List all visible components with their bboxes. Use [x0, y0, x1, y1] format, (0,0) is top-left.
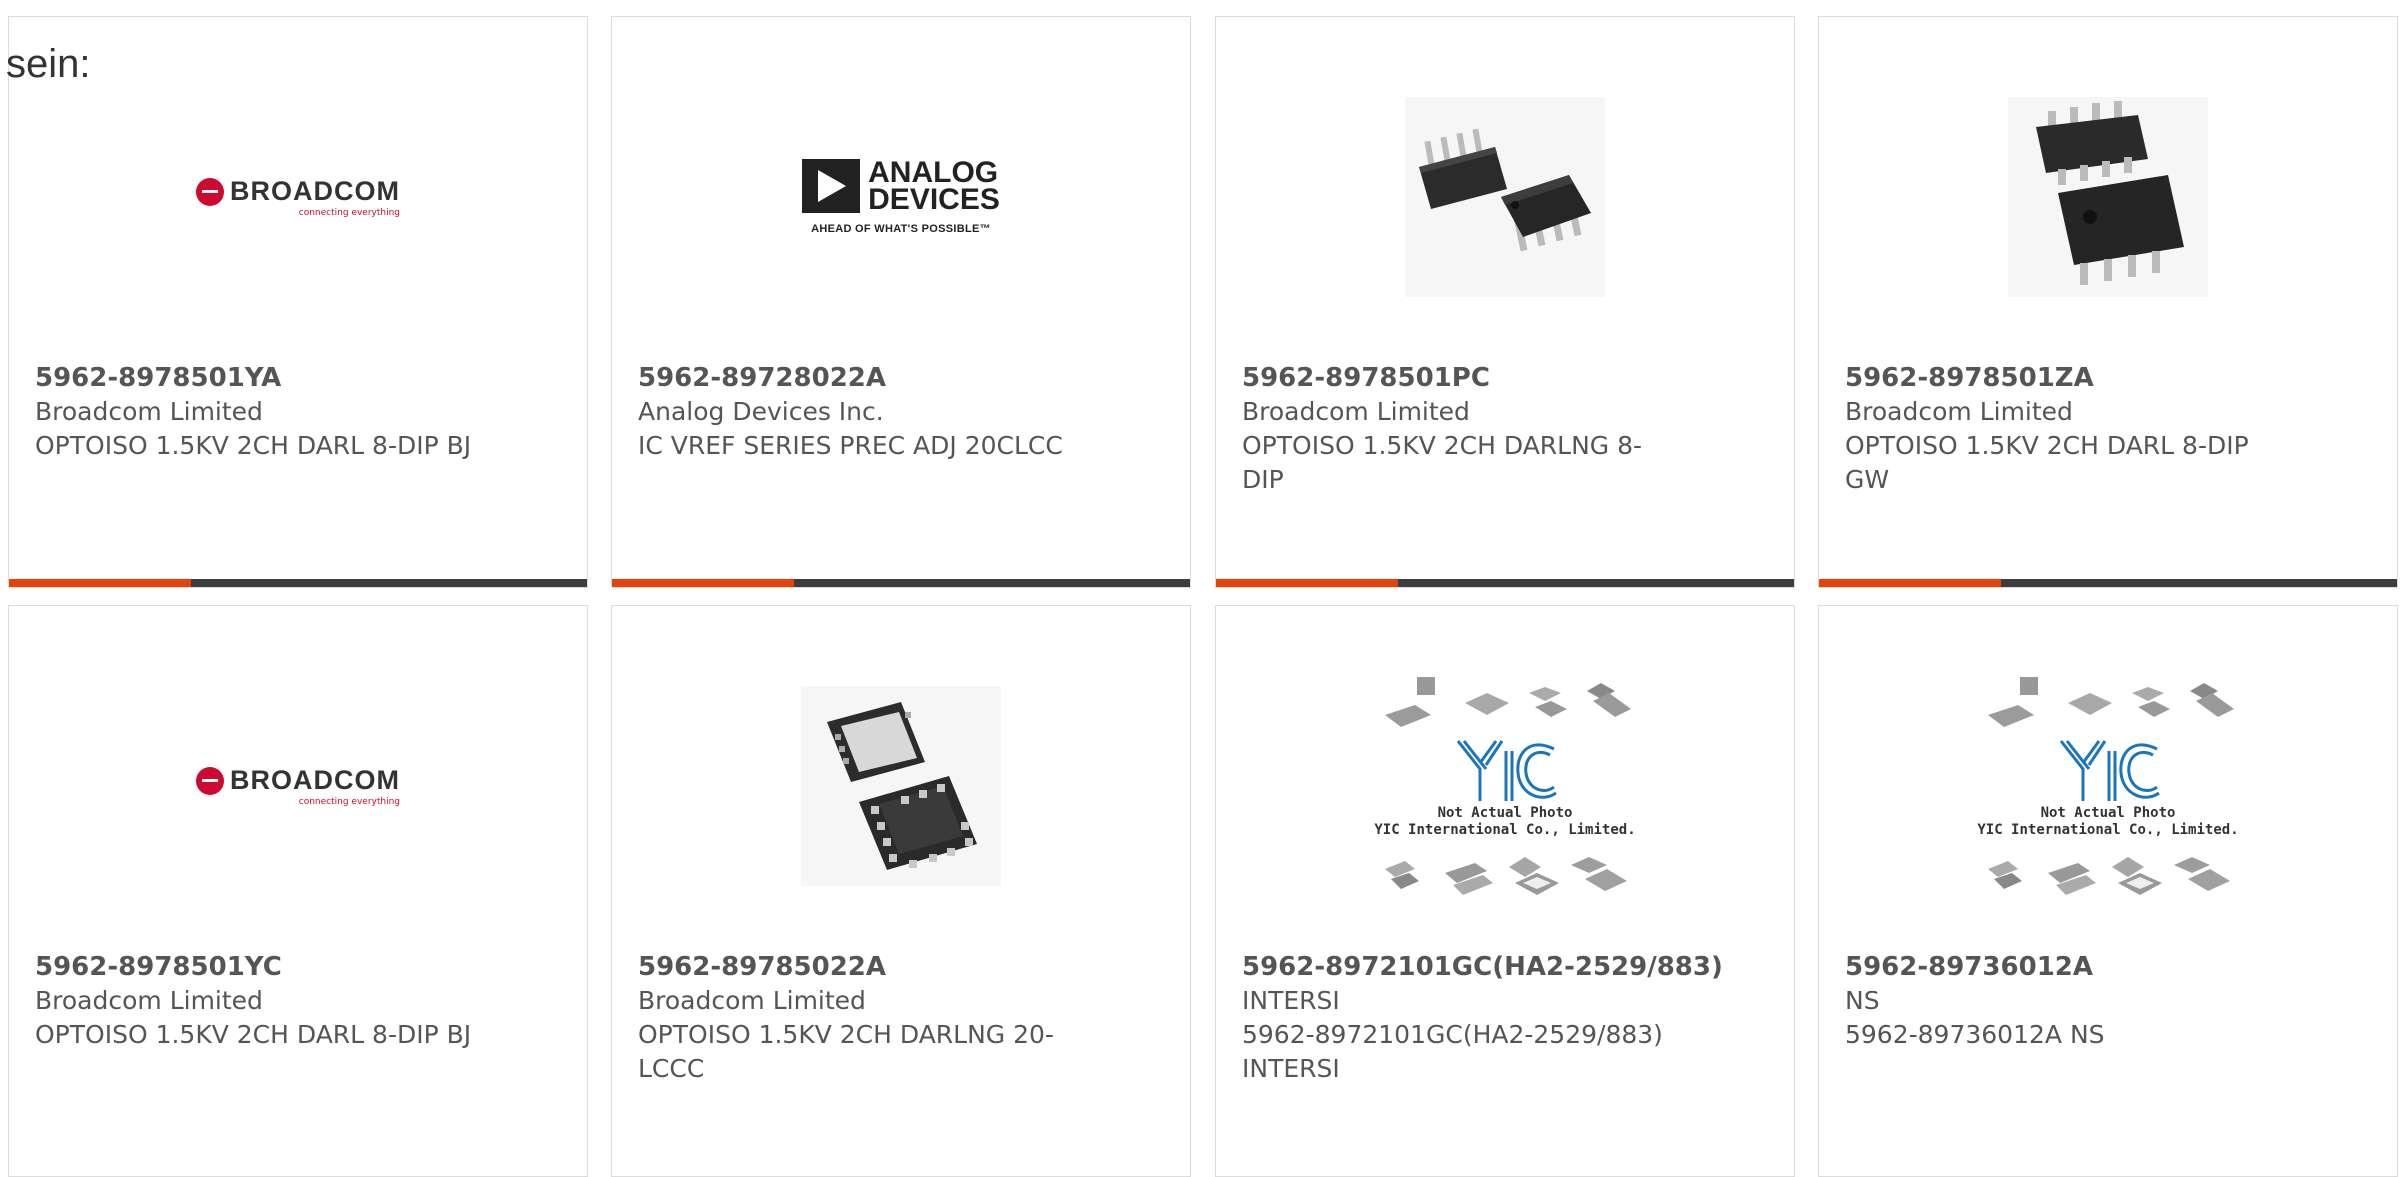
- card-bottom-bar: [9, 579, 587, 587]
- description: OPTOISO 1.5KV 2CH DARLNG 20-LCCC: [638, 1020, 1054, 1083]
- yic-logo-mark: [1456, 740, 1557, 801]
- chip-row-bottom-icon: [1384, 857, 1627, 895]
- yic-placeholder-image: Not Actual Photo YIC International Co., …: [1374, 669, 1636, 903]
- dip8-chip-icon: [1405, 97, 1605, 297]
- product-grid: BROADCOM connecting everything 5962-8978…: [0, 0, 2400, 1177]
- part-number-link[interactable]: 5962-8978501YA: [35, 361, 567, 395]
- analog-devices-logo: ANALOG DEVICES AHEAD OF WHAT'S POSSIBLE™: [802, 158, 1000, 235]
- manufacturer: NS: [1845, 986, 1880, 1015]
- product-card[interactable]: 5962-8978501ZA Broadcom Limited OPTOISO …: [1818, 16, 2398, 588]
- description: OPTOISO 1.5KV 2CH DARL 8-DIP GW: [1845, 431, 2249, 494]
- product-image[interactable]: [1216, 77, 1794, 317]
- yic-placeholder-image: Not Actual Photo YIC International Co., …: [1977, 669, 2239, 903]
- manufacturer: Broadcom Limited: [1242, 397, 1470, 426]
- description: 5962-8972101GC(HA2-2529/883) INTERSI: [1242, 1020, 1663, 1083]
- analog-devices-triangle-icon: [802, 159, 861, 213]
- product-card[interactable]: BROADCOM connecting everything 5962-8978…: [8, 605, 588, 1177]
- broadcom-logo: BROADCOM connecting everything: [196, 765, 400, 807]
- lccc20-chip-icon: [801, 686, 1001, 886]
- product-image[interactable]: BROADCOM connecting everything: [9, 77, 587, 317]
- product-image[interactable]: [1819, 77, 2397, 317]
- description: 5962-89736012A NS: [1845, 1020, 2105, 1049]
- product-card[interactable]: 5962-8978501PC Broadcom Limited OPTOISO …: [1215, 16, 1795, 588]
- manufacturer: Broadcom Limited: [35, 397, 263, 426]
- part-number-link[interactable]: 5962-89785022A: [638, 950, 1170, 984]
- description: OPTOISO 1.5KV 2CH DARL 8-DIP BJ: [35, 1020, 472, 1049]
- product-card[interactable]: ANALOG DEVICES AHEAD OF WHAT'S POSSIBLE™ …: [611, 16, 1191, 588]
- yic-logo-mark: [2059, 740, 2160, 801]
- manufacturer: Analog Devices Inc.: [638, 397, 884, 426]
- manufacturer: Broadcom Limited: [638, 986, 866, 1015]
- product-card[interactable]: BROADCOM connecting everything 5962-8978…: [8, 16, 588, 588]
- chip-row-top-icon: [1384, 677, 1631, 727]
- product-card[interactable]: Not Actual Photo YIC International Co., …: [1818, 605, 2398, 1177]
- part-number-link[interactable]: 5962-89736012A: [1845, 950, 2377, 984]
- card-bottom-bar: [1216, 579, 1794, 587]
- card-bottom-bar: [612, 579, 1190, 587]
- description: OPTOISO 1.5KV 2CH DARL 8-DIP BJ: [35, 431, 472, 460]
- part-number-link[interactable]: 5962-8978501PC: [1242, 361, 1774, 395]
- description: IC VREF SERIES PREC ADJ 20CLCC: [638, 431, 1063, 460]
- manufacturer: Broadcom Limited: [1845, 397, 2073, 426]
- manufacturer: Broadcom Limited: [35, 986, 263, 1015]
- product-card[interactable]: 5962-89785022A Broadcom Limited OPTOISO …: [611, 605, 1191, 1177]
- product-image[interactable]: ANALOG DEVICES AHEAD OF WHAT'S POSSIBLE™: [612, 77, 1190, 317]
- smd8-chip-icon: [2008, 97, 2208, 297]
- broadcom-pulse-icon: [196, 177, 224, 206]
- chip-row-bottom-icon: [1987, 857, 2230, 895]
- product-image[interactable]: [612, 666, 1190, 906]
- chip-row-top-icon: [1987, 677, 2234, 727]
- manufacturer: INTERSI: [1242, 986, 1340, 1015]
- product-image[interactable]: Not Actual Photo YIC International Co., …: [1216, 666, 1794, 906]
- product-image[interactable]: Not Actual Photo YIC International Co., …: [1819, 666, 2397, 906]
- part-number-link[interactable]: 5962-89728022A: [638, 361, 1170, 395]
- part-number-link[interactable]: 5962-8978501YC: [35, 950, 567, 984]
- product-image[interactable]: BROADCOM connecting everything: [9, 666, 587, 906]
- intro-text: sein:: [6, 42, 91, 86]
- part-number-link[interactable]: 5962-8972101GC(HA2-2529/883): [1242, 950, 1774, 984]
- product-card[interactable]: Not Actual Photo YIC International Co., …: [1215, 605, 1795, 1177]
- broadcom-logo: BROADCOM connecting everything: [196, 176, 400, 218]
- card-bottom-bar: [1819, 579, 2397, 587]
- broadcom-pulse-icon: [196, 766, 224, 795]
- part-number-link[interactable]: 5962-8978501ZA: [1845, 361, 2377, 395]
- description: OPTOISO 1.5KV 2CH DARLNG 8-DIP: [1242, 431, 1643, 494]
